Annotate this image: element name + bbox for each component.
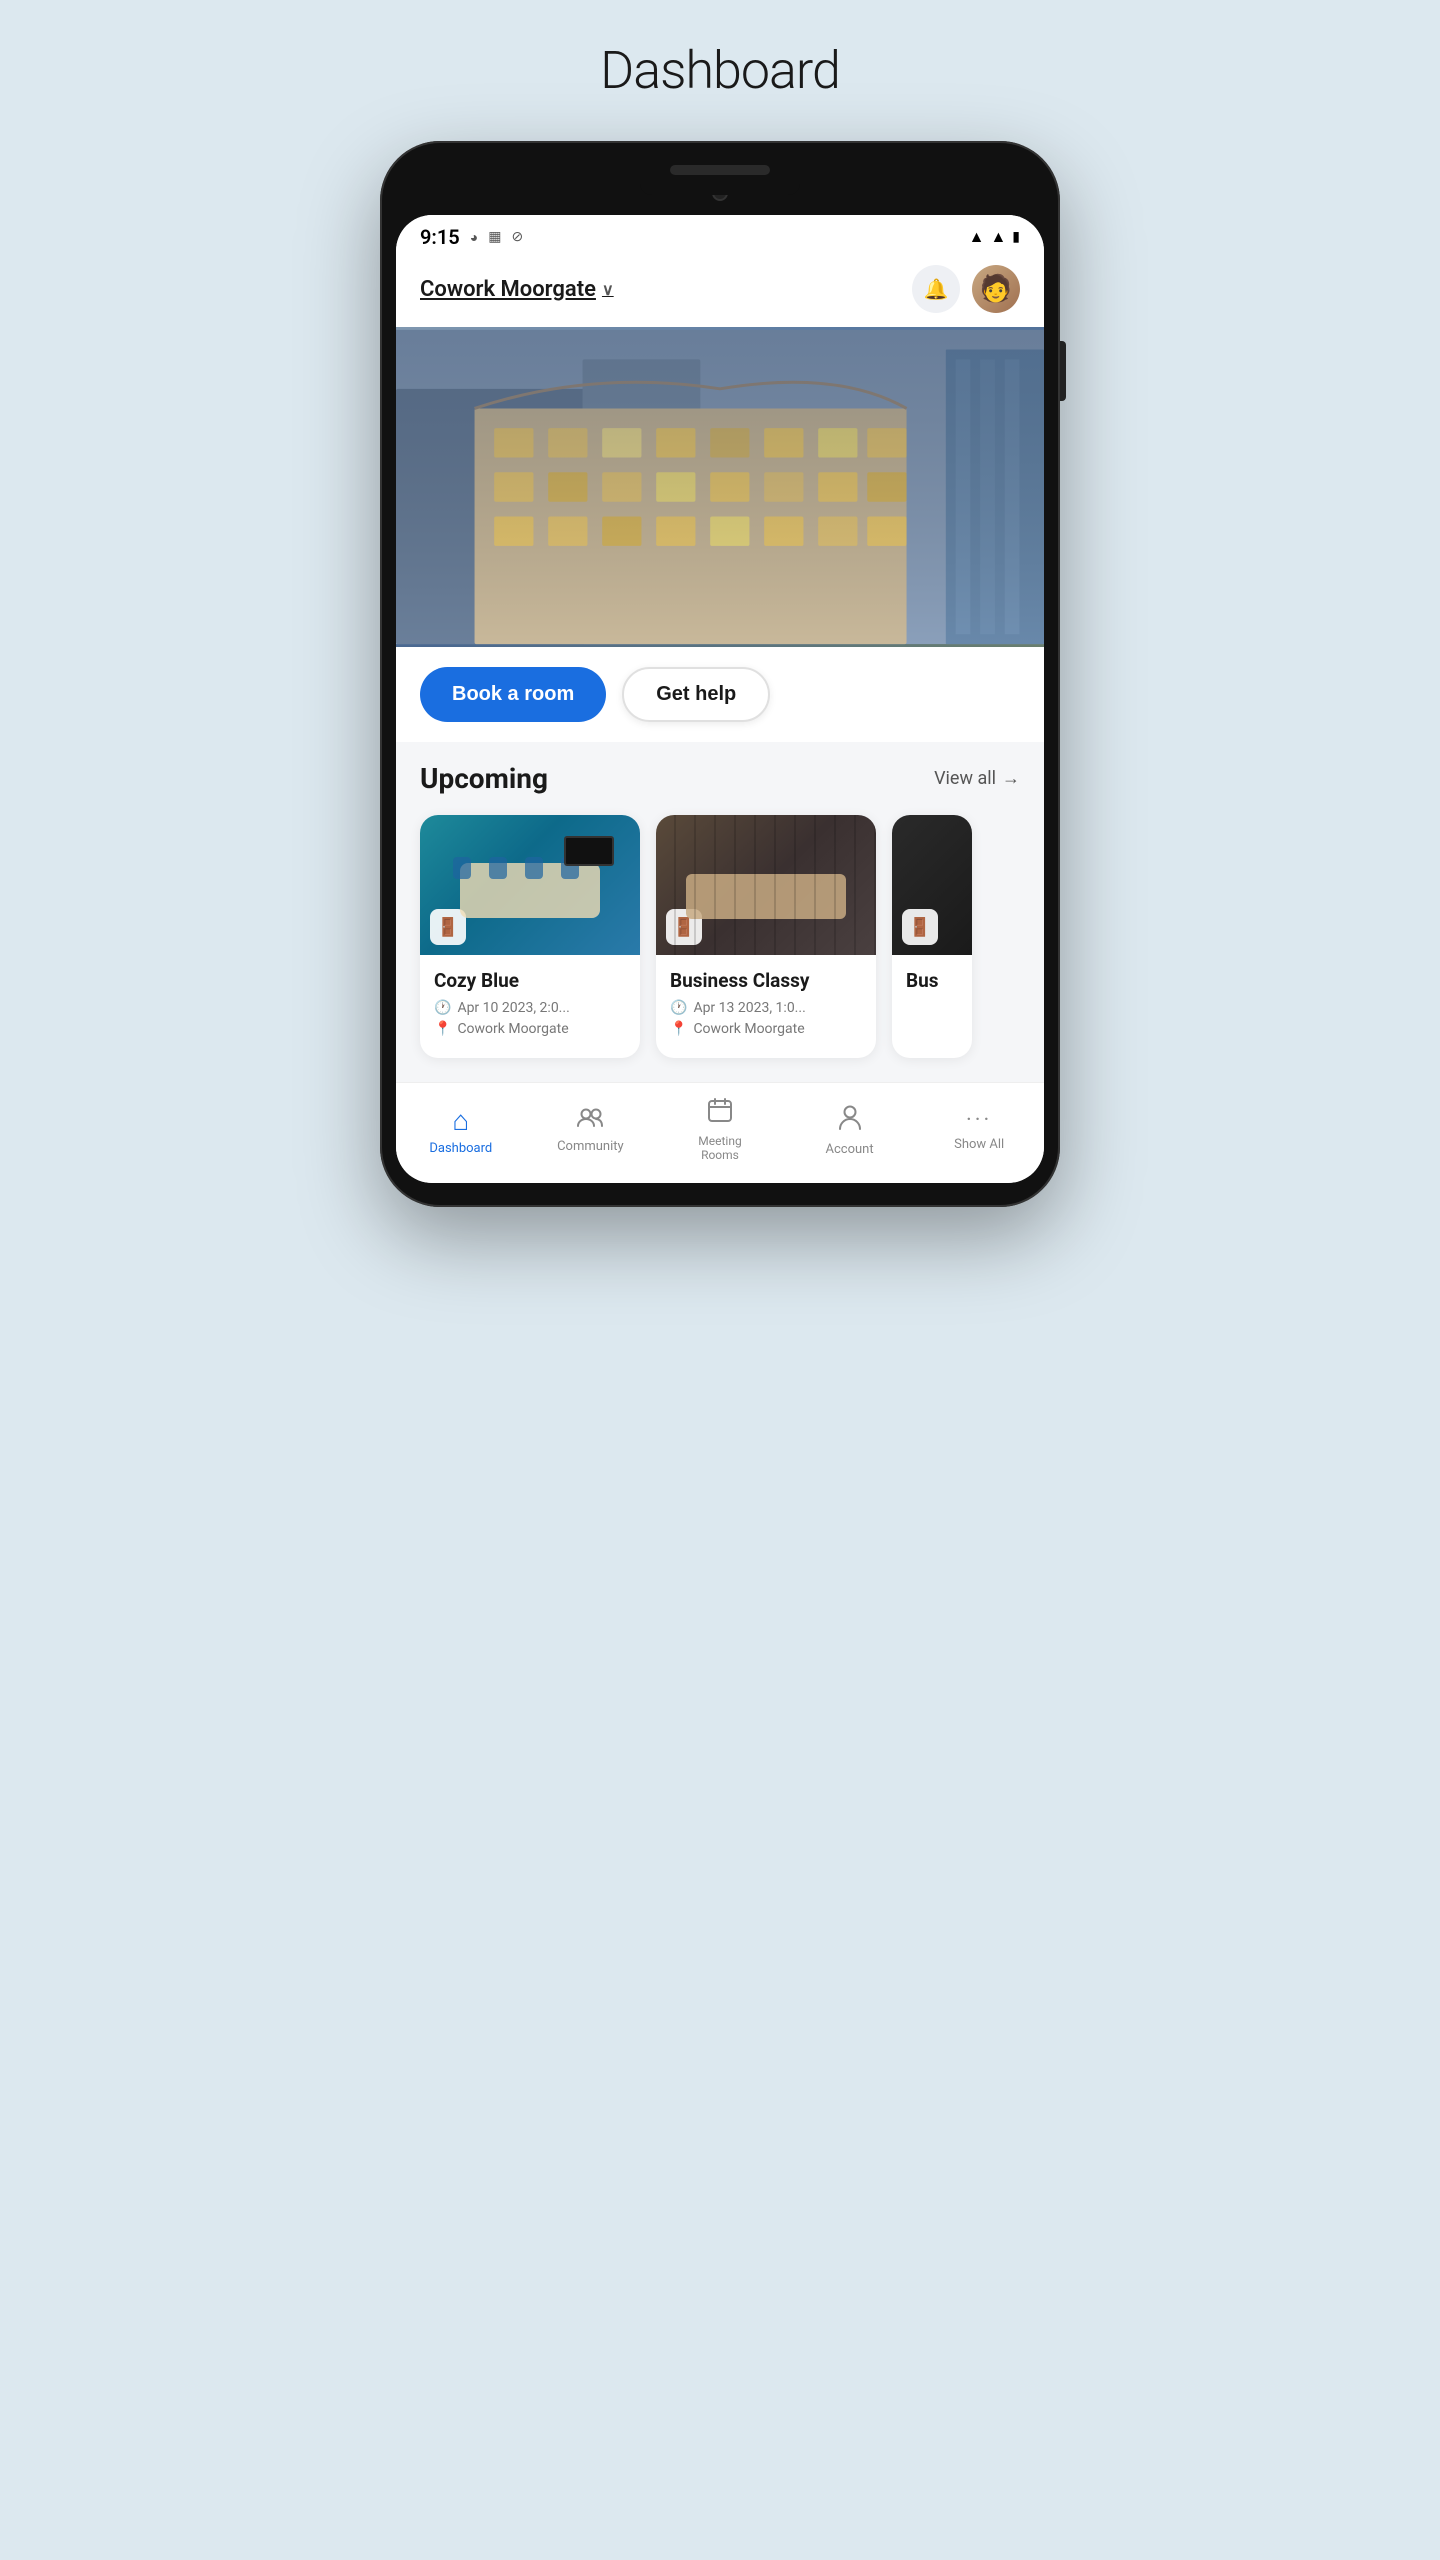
card-date-2: 🕐 Apr 13 2023, 1:0... — [670, 1000, 862, 1016]
nav-show-all[interactable]: ··· Show All — [939, 1108, 1019, 1153]
view-all-label: View all — [934, 768, 996, 789]
card-body-2: Business Classy 🕐 Apr 13 2023, 1:0... 📍 … — [656, 955, 876, 1058]
clock-icon-2: 🕐 — [670, 1000, 687, 1016]
bell-icon: 🔔 — [924, 277, 949, 301]
room-icon-3: 🚪 — [902, 909, 938, 945]
cta-row: Book a room Get help — [396, 647, 1044, 742]
power-button — [1060, 341, 1066, 401]
card-date-1: 🕐 Apr 10 2023, 2:0... — [434, 1000, 626, 1016]
get-help-button[interactable]: Get help — [622, 667, 770, 722]
camera — [712, 185, 728, 201]
status-icon-2: ▦ — [488, 229, 501, 245]
building-illustration — [396, 327, 1044, 647]
location-icon-1: 📍 — [434, 1021, 451, 1037]
location-selector[interactable]: Cowork Moorgate ∨ — [420, 277, 614, 302]
clock-icon-1: 🕐 — [434, 1000, 451, 1016]
hero-image — [396, 327, 1044, 647]
header-actions: 🔔 🧑 — [912, 265, 1020, 313]
account-icon — [837, 1103, 863, 1138]
upcoming-header: Upcoming View all → — [396, 742, 1044, 807]
view-all-button[interactable]: View all → — [934, 768, 1020, 789]
card-image-1: 🚪 — [420, 815, 640, 955]
more-icon: ··· — [966, 1108, 992, 1133]
avatar-image: 🧑 — [980, 274, 1012, 304]
signal-icon: ▲ — [990, 227, 1006, 247]
card-image-2: 🚪 — [656, 815, 876, 955]
status-icon-1: ◕ — [470, 229, 478, 246]
nav-show-all-label: Show All — [954, 1137, 1004, 1153]
calendar-icon — [707, 1097, 733, 1130]
avatar[interactable]: 🧑 — [972, 265, 1020, 313]
status-right-icons: ▲ ▲ ▮ — [969, 227, 1020, 247]
battery-icon: ▮ — [1012, 229, 1020, 245]
nav-meeting-rooms-label: Meeting Rooms — [698, 1134, 741, 1163]
card-body-1: Cozy Blue 🕐 Apr 10 2023, 2:0... 📍 Cowork… — [420, 955, 640, 1058]
status-icon-3: ⊘ — [511, 229, 523, 245]
card-business-classy[interactable]: 🚪 Business Classy 🕐 Apr 13 2023, 1:0... … — [656, 815, 876, 1058]
app-header: Cowork Moorgate ∨ 🔔 🧑 — [396, 255, 1044, 327]
card-name-2: Business Classy — [670, 969, 862, 992]
phone-frame: 9:15 ◕ ▦ ⊘ ▲ ▲ ▮ Cowork Moorgate ∨ 🔔 — [380, 141, 1060, 1207]
nav-community[interactable]: Community — [550, 1105, 630, 1155]
card-image-3: 🚪 — [892, 815, 972, 955]
wifi-icon: ▲ — [969, 227, 985, 247]
card-name-3: Bus — [906, 969, 958, 992]
nav-account-label: Account — [826, 1142, 874, 1158]
bottom-nav: ⌂ Dashboard Community — [396, 1082, 1044, 1183]
card-name-1: Cozy Blue — [434, 969, 626, 992]
card-location-2: 📍 Cowork Moorgate — [670, 1021, 862, 1037]
arrow-right-icon: → — [1002, 768, 1020, 789]
page-title: Dashboard — [600, 40, 840, 101]
book-room-button[interactable]: Book a room — [420, 667, 606, 722]
card-cozy-blue[interactable]: 🚪 Cozy Blue 🕐 Apr 10 2023, 2:0... 📍 Cowo… — [420, 815, 640, 1058]
nav-account[interactable]: Account — [810, 1103, 890, 1158]
community-icon — [576, 1105, 604, 1135]
home-icon: ⌂ — [452, 1104, 469, 1137]
nav-meeting-rooms[interactable]: Meeting Rooms — [680, 1097, 760, 1163]
status-time: 9:15 — [420, 225, 460, 249]
cards-row: 🚪 Cozy Blue 🕐 Apr 10 2023, 2:0... 📍 Cowo… — [396, 807, 1044, 1082]
card-partial[interactable]: 🚪 Bus — [892, 815, 972, 1058]
location-name: Cowork Moorgate — [420, 277, 596, 302]
status-bar: 9:15 ◕ ▦ ⊘ ▲ ▲ ▮ — [396, 215, 1044, 255]
nav-dashboard[interactable]: ⌂ Dashboard — [421, 1104, 501, 1157]
location-icon-2: 📍 — [670, 1021, 687, 1037]
chevron-down-icon: ∨ — [602, 280, 614, 299]
nav-community-label: Community — [557, 1139, 624, 1155]
phone-screen: 9:15 ◕ ▦ ⊘ ▲ ▲ ▮ Cowork Moorgate ∨ 🔔 — [396, 215, 1044, 1183]
upcoming-title: Upcoming — [420, 762, 548, 795]
nav-dashboard-label: Dashboard — [429, 1141, 492, 1157]
card-body-3: Bus — [892, 955, 972, 1016]
notification-bell-button[interactable]: 🔔 — [912, 265, 960, 313]
card-location-1: 📍 Cowork Moorgate — [434, 1021, 626, 1037]
speaker — [670, 165, 770, 175]
